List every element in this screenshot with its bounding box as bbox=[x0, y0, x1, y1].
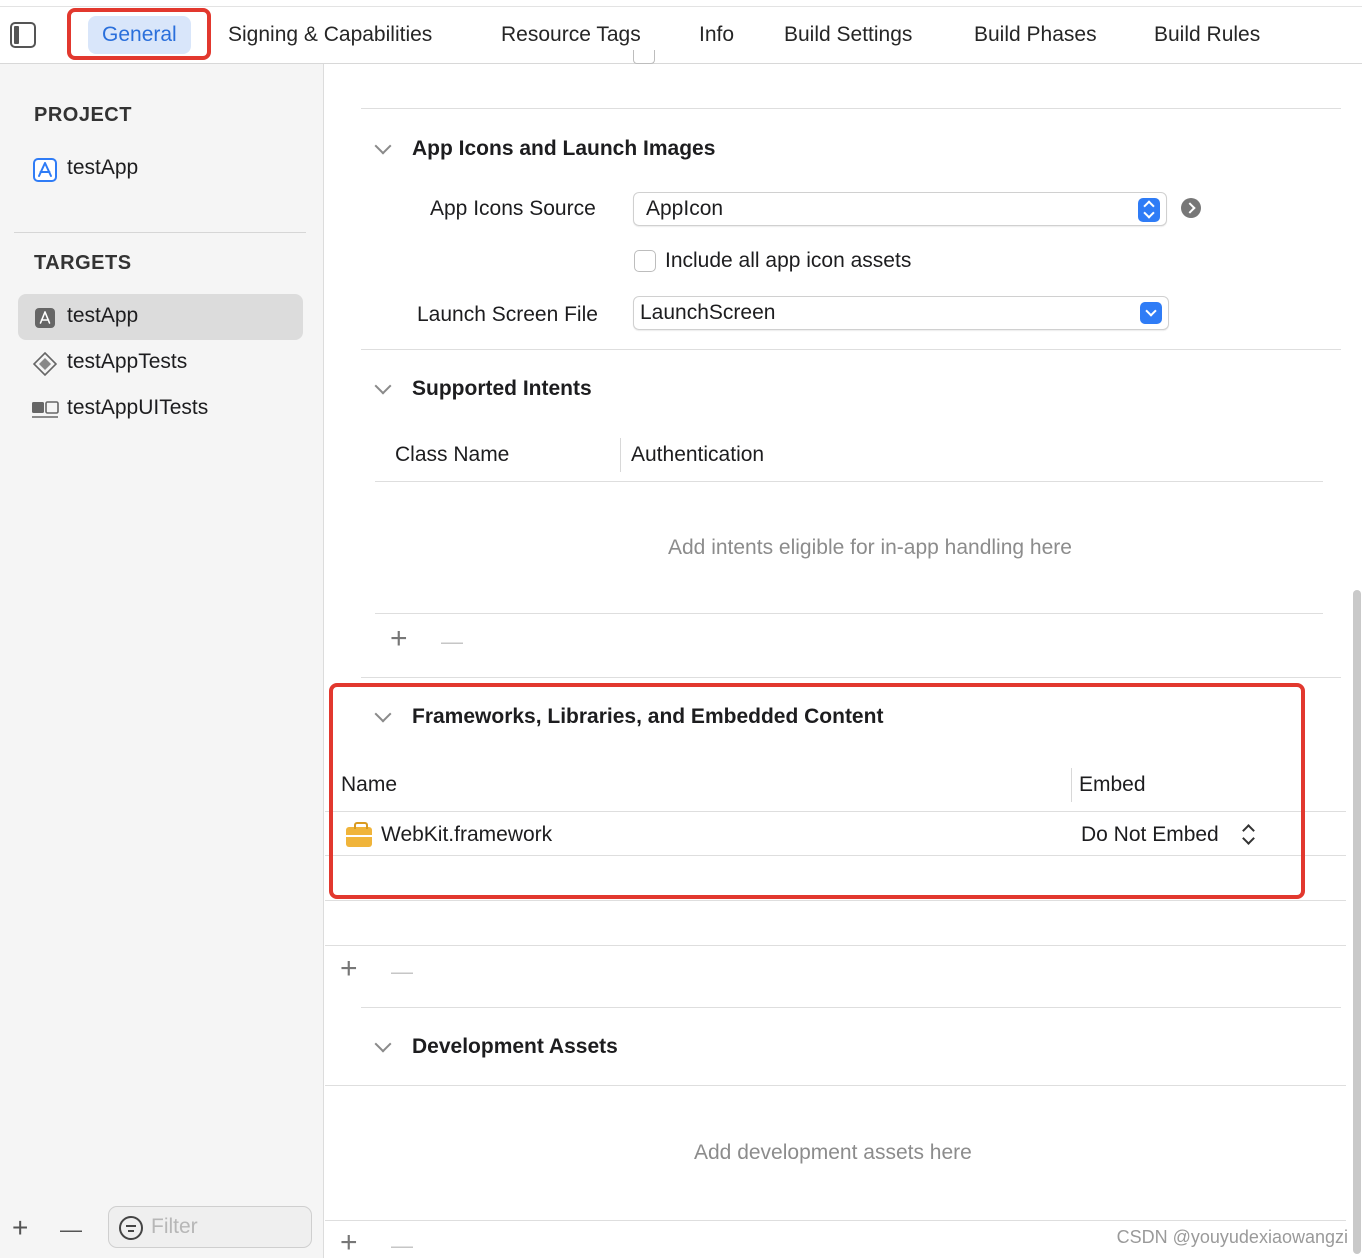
tab-signing-capabilities[interactable]: Signing & Capabilities bbox=[228, 16, 432, 54]
popup-value: LaunchScreen bbox=[640, 301, 776, 324]
chevron-down-icon[interactable] bbox=[374, 137, 392, 155]
remove-target-button[interactable]: — bbox=[60, 1216, 82, 1244]
targets-heading: TARGETS bbox=[34, 252, 132, 274]
go-to-asset-icon[interactable] bbox=[1181, 198, 1201, 218]
section-divider bbox=[361, 677, 1341, 678]
include-all-icons-checkbox[interactable] bbox=[634, 250, 656, 272]
main-scrollbar[interactable] bbox=[1353, 590, 1361, 1254]
launch-screen-popup[interactable]: LaunchScreen bbox=[633, 296, 1169, 330]
tab-build-rules[interactable]: Build Rules bbox=[1154, 16, 1260, 54]
popup-stepper-icon bbox=[1138, 198, 1160, 222]
table-bottom-divider bbox=[325, 900, 1346, 901]
sidebar-toggle-icon[interactable] bbox=[10, 22, 36, 48]
sidebar-item-target-testapptests[interactable]: testAppTests bbox=[18, 340, 303, 386]
remove-intent-button[interactable]: — bbox=[441, 627, 463, 657]
frameworks-highlight-box bbox=[329, 683, 1305, 899]
tab-build-settings[interactable]: Build Settings bbox=[784, 16, 912, 54]
sidebar-bottom-bar: + — bbox=[0, 1202, 324, 1258]
table-header-divider bbox=[375, 481, 1323, 482]
top-divider bbox=[0, 6, 1362, 7]
sidebar-item-target-testappuitests[interactable]: testAppUITests bbox=[18, 386, 303, 432]
tab-resource-tags[interactable]: Resource Tags bbox=[501, 16, 641, 54]
table-bottom-divider bbox=[325, 945, 1346, 946]
app-icons-source-popup[interactable]: AppIcon bbox=[633, 192, 1167, 226]
launch-screen-label: Launch Screen File bbox=[417, 303, 598, 326]
column-divider bbox=[620, 438, 621, 472]
remove-framework-button[interactable]: — bbox=[391, 957, 413, 987]
popup-value: AppIcon bbox=[646, 197, 724, 220]
include-all-icons-label: Include all app icon assets bbox=[665, 249, 912, 272]
section-divider bbox=[361, 349, 1341, 350]
sidebar-item-label: testAppUITests bbox=[67, 396, 209, 419]
remove-dev-asset-button[interactable]: — bbox=[391, 1231, 413, 1258]
ui-test-target-icon bbox=[32, 401, 59, 418]
development-assets-section-title: Development Assets bbox=[412, 1035, 618, 1058]
sidebar-item-project-testapp[interactable]: testApp bbox=[18, 146, 303, 192]
unit-test-target-icon bbox=[33, 352, 57, 376]
popup-dropdown-icon bbox=[1140, 302, 1162, 324]
project-navigator-sidebar: PROJECT testApp TARGETS testApp testAppT… bbox=[0, 64, 324, 1258]
general-settings-panel: App Icons and Launch Images App Icons So… bbox=[325, 50, 1362, 1258]
section-divider bbox=[361, 108, 1341, 109]
project-app-icon bbox=[33, 158, 57, 182]
table-bottom-divider bbox=[375, 613, 1323, 614]
section-divider bbox=[361, 1007, 1341, 1008]
app-icons-section-title: App Icons and Launch Images bbox=[412, 137, 716, 160]
watermark: CSDN @youyudexiaowangzi bbox=[1116, 1227, 1348, 1247]
sidebar-item-label: testAppTests bbox=[67, 350, 188, 373]
supported-intents-section-title: Supported Intents bbox=[412, 377, 592, 400]
filter-input[interactable] bbox=[151, 1213, 301, 1241]
tab-build-phases[interactable]: Build Phases bbox=[974, 16, 1097, 54]
sidebar-item-target-testapp[interactable]: testApp bbox=[18, 294, 303, 340]
chevron-down-icon[interactable] bbox=[374, 377, 392, 395]
project-heading: PROJECT bbox=[34, 104, 132, 126]
add-target-button[interactable]: + bbox=[12, 1214, 28, 1242]
sidebar-divider bbox=[14, 232, 306, 233]
app-target-icon bbox=[35, 308, 55, 328]
chevron-down-icon[interactable] bbox=[374, 1035, 392, 1053]
filter-field[interactable] bbox=[108, 1206, 312, 1248]
intents-empty-placeholder: Add intents eligible for in-app handling… bbox=[668, 536, 1072, 559]
sidebar-item-label: testApp bbox=[67, 304, 139, 327]
intents-col-authentication[interactable]: Authentication bbox=[631, 443, 764, 467]
clipped-checkbox[interactable] bbox=[633, 50, 655, 64]
add-framework-button[interactable]: + bbox=[340, 954, 358, 984]
filter-icon bbox=[119, 1216, 143, 1240]
sidebar-item-label: testApp bbox=[67, 156, 139, 179]
dev-assets-empty-placeholder: Add development assets here bbox=[694, 1141, 972, 1164]
table-header-divider bbox=[325, 1085, 1346, 1086]
app-icons-source-label: App Icons Source bbox=[430, 197, 596, 220]
tab-info[interactable]: Info bbox=[699, 16, 734, 54]
table-bottom-divider bbox=[325, 1220, 1346, 1221]
add-dev-asset-button[interactable]: + bbox=[340, 1228, 358, 1258]
intents-col-class-name[interactable]: Class Name bbox=[395, 443, 509, 467]
general-tab-highlight-box bbox=[67, 8, 211, 60]
add-intent-button[interactable]: + bbox=[390, 624, 408, 654]
